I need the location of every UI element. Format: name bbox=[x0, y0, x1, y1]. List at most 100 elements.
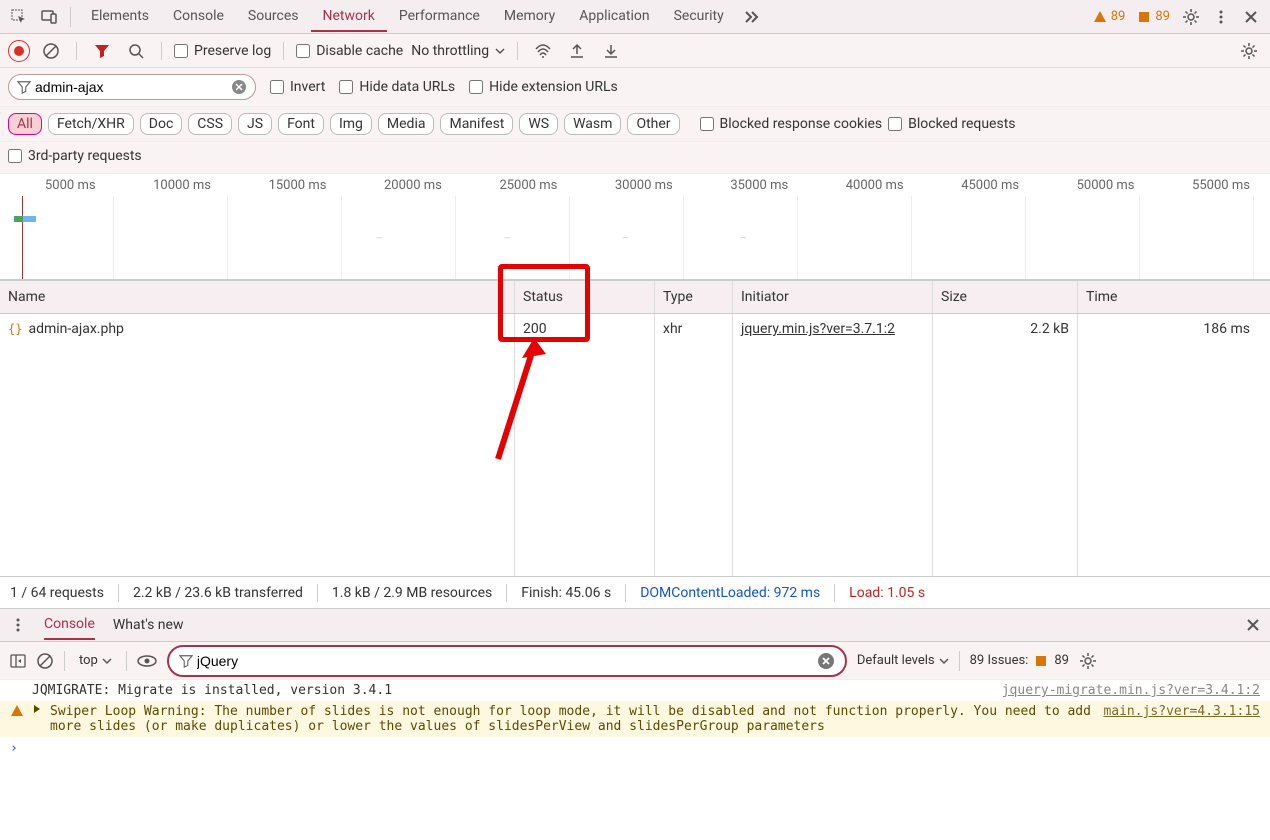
console-output: JQMIGRATE: Migrate is installed, version… bbox=[0, 680, 1270, 840]
col-type[interactable]: Type bbox=[655, 281, 733, 313]
console-sidebar-toggle-icon[interactable] bbox=[10, 653, 26, 669]
warning-icon bbox=[10, 704, 24, 734]
console-prompt[interactable]: › bbox=[0, 737, 1270, 760]
kebab-menu-icon[interactable] bbox=[1208, 4, 1234, 30]
type-filter-css[interactable]: CSS bbox=[188, 113, 232, 135]
clear-console-filter-icon[interactable] bbox=[817, 652, 835, 670]
timeline-tick: 15000 ms bbox=[269, 178, 327, 193]
type-filter-manifest[interactable]: Manifest bbox=[440, 113, 513, 135]
request-type: xhr bbox=[655, 314, 733, 344]
request-initiator[interactable]: jquery.min.js?ver=3.7.1:2 bbox=[733, 314, 933, 344]
panel-tab-application[interactable]: Application bbox=[567, 2, 661, 32]
disable-cache-checkbox[interactable]: Disable cache bbox=[296, 43, 403, 59]
clear-icon[interactable] bbox=[38, 38, 64, 64]
type-filter-ws[interactable]: WS bbox=[519, 113, 558, 135]
blocked-requests-checkbox[interactable]: Blocked requests bbox=[888, 116, 1015, 132]
type-filter-wasm[interactable]: Wasm bbox=[564, 113, 621, 135]
more-tabs-icon[interactable] bbox=[740, 4, 766, 30]
panel-tab-memory[interactable]: Memory bbox=[492, 2, 567, 32]
network-filter-row: Invert Hide data URLs Hide extension URL… bbox=[0, 68, 1270, 107]
invert-checkbox[interactable]: Invert bbox=[270, 79, 325, 95]
issues-badge-top[interactable]: 89 bbox=[1133, 7, 1174, 26]
log-source[interactable]: main.js?ver=4.3.1:15 bbox=[1103, 704, 1260, 734]
network-toolbar: Preserve log Disable cache No throttling bbox=[0, 34, 1270, 68]
panel-tab-performance[interactable]: Performance bbox=[387, 2, 492, 32]
hide-extension-urls-checkbox[interactable]: Hide extension URLs bbox=[469, 79, 618, 95]
type-filter-media[interactable]: Media bbox=[378, 113, 435, 135]
request-size: 2.2 kB bbox=[933, 314, 1078, 344]
import-har-icon[interactable] bbox=[598, 38, 624, 64]
console-log-row[interactable]: JQMIGRATE: Migrate is installed, version… bbox=[0, 680, 1270, 701]
preserve-log-checkbox[interactable]: Preserve log bbox=[174, 43, 271, 59]
col-size[interactable]: Size bbox=[933, 281, 1078, 313]
col-time[interactable]: Time bbox=[1078, 281, 1258, 313]
issues-link[interactable]: 89 Issues: 89 bbox=[970, 653, 1069, 668]
panel-tab-network[interactable]: Network bbox=[311, 2, 387, 32]
network-timeline[interactable]: 5000 ms10000 ms15000 ms20000 ms25000 ms3… bbox=[0, 174, 1270, 280]
drawer-tab-whatsnew[interactable]: What's new bbox=[113, 611, 184, 639]
type-filter-fetch-xhr[interactable]: Fetch/XHR bbox=[48, 113, 134, 135]
summary-load: Load: 1.05 s bbox=[849, 585, 925, 601]
blocked-cookies-checkbox[interactable]: Blocked response cookies bbox=[700, 116, 883, 132]
type-filter-img[interactable]: Img bbox=[330, 113, 372, 135]
timeline-tick: 5000 ms bbox=[45, 178, 96, 193]
type-filter-other[interactable]: Other bbox=[627, 113, 679, 135]
network-settings-icon[interactable] bbox=[1236, 38, 1262, 64]
col-initiator[interactable]: Initiator bbox=[733, 281, 933, 313]
settings-icon[interactable] bbox=[1178, 4, 1204, 30]
filter-icon bbox=[179, 654, 193, 668]
third-party-checkbox[interactable]: 3rd-party requests bbox=[8, 148, 142, 164]
network-summary: 1 / 64 requests 2.2 kB / 23.6 kB transfe… bbox=[0, 576, 1270, 608]
type-filter-all[interactable]: All bbox=[8, 113, 42, 135]
live-expression-icon[interactable] bbox=[137, 654, 157, 668]
device-toggle-icon[interactable] bbox=[36, 4, 62, 30]
close-devtools-icon[interactable] bbox=[1238, 4, 1264, 30]
console-settings-icon[interactable] bbox=[1079, 652, 1097, 670]
warnings-badge[interactable]: 89 bbox=[1089, 7, 1130, 26]
type-filter-js[interactable]: JS bbox=[238, 113, 272, 135]
devtools-panel-tabs: ElementsConsoleSourcesNetworkPerformance… bbox=[0, 0, 1270, 34]
drawer-menu-icon[interactable] bbox=[10, 617, 26, 633]
request-time: 186 ms bbox=[1078, 314, 1258, 344]
col-status[interactable]: Status bbox=[515, 281, 655, 313]
summary-finish: Finish: 45.06 s bbox=[521, 585, 611, 601]
inspect-icon[interactable] bbox=[6, 4, 32, 30]
clear-filter-icon[interactable] bbox=[231, 79, 247, 95]
type-filter-font[interactable]: Font bbox=[278, 113, 324, 135]
throttling-select[interactable]: No throttling bbox=[411, 43, 505, 59]
xhr-icon: {} bbox=[8, 322, 22, 336]
filter-toggle-icon[interactable] bbox=[89, 38, 115, 64]
request-type-filters: All Fetch/XHR DocCSS JS Font Img MediaManifest… bbox=[0, 107, 1270, 142]
clear-console-icon[interactable] bbox=[36, 652, 54, 670]
log-levels-select[interactable]: Default levels bbox=[857, 653, 949, 668]
type-filter-doc[interactable]: Doc bbox=[140, 113, 183, 135]
search-icon[interactable] bbox=[123, 38, 149, 64]
panel-tab-console[interactable]: Console bbox=[161, 2, 236, 32]
export-har-icon[interactable] bbox=[564, 38, 590, 64]
table-row[interactable]: {} admin-ajax.php 200 xhr jquery.min.js?… bbox=[0, 314, 1270, 344]
summary-dcl: DOMContentLoaded: 972 ms bbox=[640, 585, 820, 601]
hide-data-urls-checkbox[interactable]: Hide data URLs bbox=[339, 79, 455, 95]
console-filter-input[interactable] bbox=[167, 645, 847, 677]
request-status: 200 bbox=[515, 314, 655, 344]
panel-tab-elements[interactable]: Elements bbox=[79, 2, 161, 32]
filter-icon bbox=[17, 80, 31, 94]
table-header[interactable]: Name Status Type Initiator Size Time bbox=[0, 280, 1270, 314]
third-party-row: 3rd-party requests bbox=[0, 142, 1270, 174]
network-filter-input[interactable] bbox=[8, 74, 256, 100]
console-warning-row[interactable]: Swiper Loop Warning: The number of slide… bbox=[0, 701, 1270, 737]
drawer-tab-console[interactable]: Console bbox=[44, 610, 95, 640]
network-conditions-icon[interactable] bbox=[530, 38, 556, 64]
timeline-tick: 45000 ms bbox=[961, 178, 1019, 193]
close-drawer-icon[interactable] bbox=[1246, 618, 1260, 632]
timeline-tick: 35000 ms bbox=[730, 178, 788, 193]
record-button[interactable] bbox=[8, 40, 30, 62]
console-context-select[interactable]: top bbox=[75, 653, 116, 668]
log-source[interactable]: jquery-migrate.min.js?ver=3.4.1:2 bbox=[1002, 683, 1260, 698]
warnings-count: 89 bbox=[1111, 9, 1126, 24]
panel-tab-sources[interactable]: Sources bbox=[236, 2, 311, 32]
col-name[interactable]: Name bbox=[0, 281, 515, 313]
timeline-tick: 20000 ms bbox=[384, 178, 442, 193]
expand-icon[interactable] bbox=[32, 704, 42, 734]
panel-tab-security[interactable]: Security bbox=[662, 2, 736, 32]
